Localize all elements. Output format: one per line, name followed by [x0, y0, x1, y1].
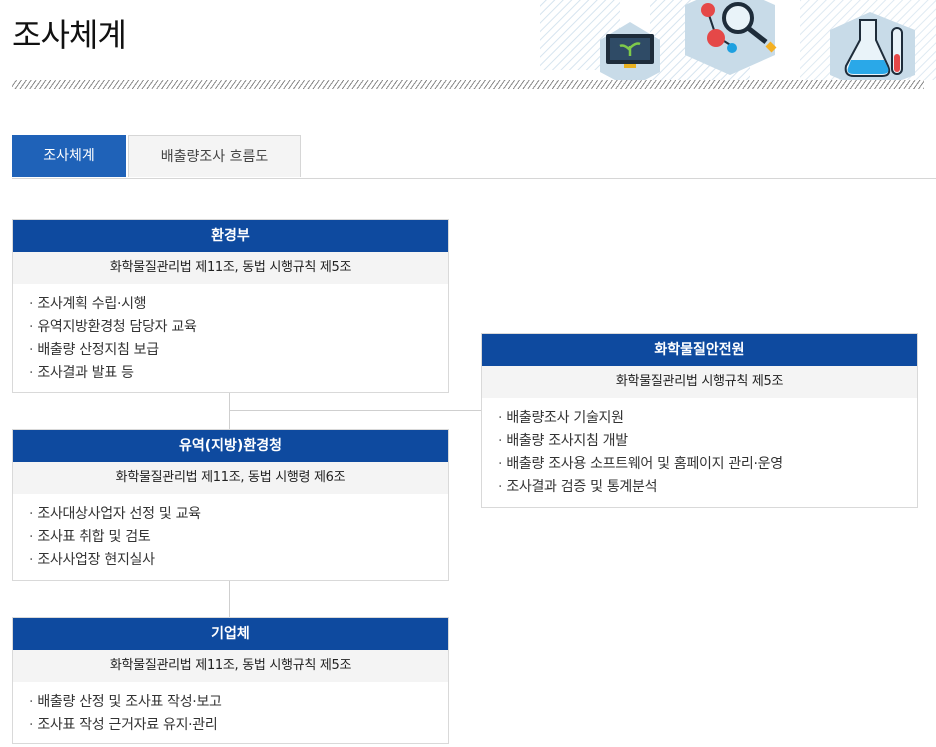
org-law: 화학물질관리법 제11조, 동법 시행규칙 제5조	[13, 650, 448, 682]
org-name: 유역(지방)환경청	[13, 430, 448, 462]
connector-regional-company	[229, 580, 230, 617]
org-law: 화학물질관리법 시행규칙 제5조	[482, 366, 917, 398]
list-item: 조사계획 수립·시행	[29, 293, 448, 316]
list-item: 유역지방환경청 담당자 교육	[29, 316, 448, 339]
org-box-nics: 화학물질안전원 화학물질관리법 시행규칙 제5조 배출량조사 기술지원 배출량 …	[481, 333, 918, 508]
org-box-company: 기업체 화학물질관리법 제11조, 동법 시행규칙 제5조 배출량 산정 및 조…	[12, 617, 449, 744]
list-item: 조사결과 발표 등	[29, 362, 448, 385]
org-name: 화학물질안전원	[482, 334, 917, 366]
org-name: 기업체	[13, 618, 448, 650]
org-duty-list: 조사대상사업자 선정 및 교육 조사표 취합 및 검토 조사사업장 현지실사	[13, 494, 448, 572]
list-item: 조사대상사업자 선정 및 교육	[29, 503, 448, 526]
list-item: 조사사업장 현지실사	[29, 549, 448, 572]
org-duty-list: 배출량조사 기술지원 배출량 조사지침 개발 배출량 조사용 소프트웨어 및 홈…	[482, 398, 917, 499]
org-box-moe: 환경부 화학물질관리법 제11조, 동법 시행규칙 제5조 조사계획 수립·시행…	[12, 219, 449, 393]
org-duty-list: 배출량 산정 및 조사표 작성·보고 조사표 작성 근거자료 유지·관리	[13, 682, 448, 737]
org-law: 화학물질관리법 제11조, 동법 시행규칙 제5조	[13, 252, 448, 284]
org-name: 환경부	[13, 220, 448, 252]
title-divider	[12, 80, 924, 89]
tab-survey-system[interactable]: 조사체계	[12, 135, 126, 177]
tab-bar: 조사체계 배출량조사 흐름도	[12, 135, 936, 179]
tab-emission-survey-flow[interactable]: 배출량조사 흐름도	[128, 135, 301, 177]
org-law: 화학물질관리법 제11조, 동법 시행령 제6조	[13, 462, 448, 494]
list-item: 조사표 취합 및 검토	[29, 526, 448, 549]
list-item: 배출량 산정지침 보급	[29, 339, 448, 362]
connector-moe-regional	[229, 392, 230, 430]
org-box-regional: 유역(지방)환경청 화학물질관리법 제11조, 동법 시행령 제6조 조사대상사…	[12, 429, 449, 581]
org-duty-list: 조사계획 수립·시행 유역지방환경청 담당자 교육 배출량 산정지침 보급 조사…	[13, 284, 448, 385]
list-item: 배출량 조사용 소프트웨어 및 홈페이지 관리·운영	[498, 453, 917, 476]
header-illustration	[540, 0, 936, 80]
connector-to-nics	[229, 410, 482, 411]
list-item: 조사결과 검증 및 통계분석	[498, 476, 917, 499]
list-item: 조사표 작성 근거자료 유지·관리	[29, 714, 448, 737]
list-item: 배출량조사 기술지원	[498, 407, 917, 430]
list-item: 배출량 조사지침 개발	[498, 430, 917, 453]
list-item: 배출량 산정 및 조사표 작성·보고	[29, 691, 448, 714]
page-title: 조사체계	[12, 16, 127, 54]
